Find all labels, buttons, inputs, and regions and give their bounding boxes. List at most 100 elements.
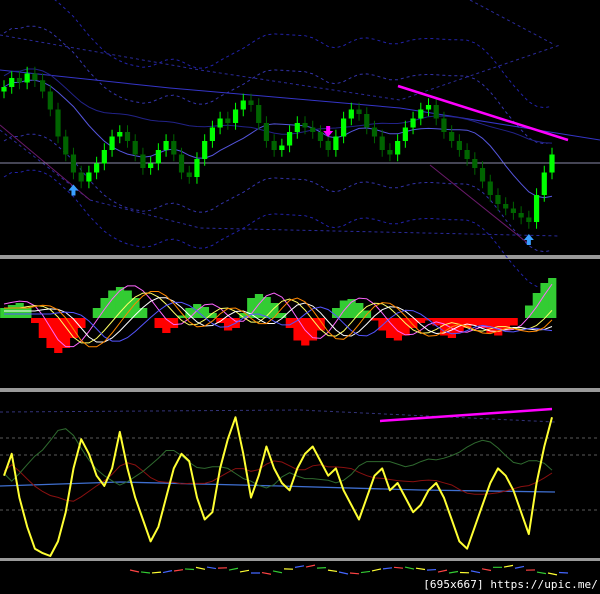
candle-body [356,109,362,114]
price-ma-line [3,79,553,199]
candle-body [533,195,540,222]
mini-indicator-line [129,569,140,573]
candle-body [433,105,439,119]
candle-body [310,127,316,132]
candle-body [209,127,215,141]
candle-body [155,150,161,164]
mini-indicator-line [162,570,173,574]
histogram-bar [100,298,109,318]
candle-body [63,136,69,155]
candle-body [194,159,200,177]
candle-body [94,163,100,173]
oscillator-baseline [0,481,556,493]
mini-indicator-line [415,567,426,571]
mini-indicator-line [503,564,514,568]
mini-indicator-line [261,571,272,575]
mini-indicator-line [272,570,283,574]
mini-indicator-line [558,571,569,574]
candle-body [16,78,23,83]
oscillator-divergence-line [379,407,553,423]
candle-body [279,145,285,150]
candle-body [86,172,92,182]
candle-body [487,181,493,195]
candle-body [294,123,300,132]
candle-body [518,213,524,218]
mini-indicator-line [437,569,448,573]
candle-body [248,100,254,105]
panel-separator [0,255,600,259]
mini-indicator-line [228,567,239,571]
chart-window: [695x667] https://upic.me/ [0,0,600,594]
price-band-line [3,133,553,253]
candle-body [541,172,547,195]
mini-indicator-line [195,566,206,570]
histogram-bar [470,318,480,326]
candle-body [364,114,370,128]
candle-body [387,150,393,155]
candle-body [9,78,15,87]
mini-indicator-line [481,568,492,572]
candle-body [232,109,239,123]
histogram-bar [23,308,32,318]
mini-indicator-line [514,565,525,569]
candle-body [441,118,447,132]
histogram-bar [108,290,117,318]
mini-indicator-line [294,565,305,568]
mini-indicator-line [327,569,338,573]
candle-body [395,141,401,155]
mini-indicator-line [536,571,547,575]
candle-body [510,208,517,213]
mini-indicator-line [371,568,382,572]
candle-body [24,73,30,83]
candle-body [341,118,347,137]
price-trend-line [469,0,556,46]
candle-body [464,150,470,159]
candle-body [148,163,154,168]
candle-body [78,172,84,182]
histogram-bar [301,318,310,346]
candle-body [186,172,192,177]
price-divergence-line [397,84,569,142]
histogram-bar [69,318,78,338]
candle-body [256,105,262,123]
candle-body [503,204,509,209]
candle-body [479,168,486,182]
candle-body [39,80,46,92]
mini-indicator-line [349,572,360,575]
candle-body [348,109,354,119]
candle-body [317,132,324,141]
candle-body [333,136,339,150]
candle-body [286,132,293,146]
candle-body [217,118,223,128]
candle-body [101,150,107,164]
candle-body [171,141,177,155]
price-band-line [3,169,553,289]
candle-body [240,100,246,110]
histogram-bar [378,318,387,331]
candle-body [225,118,231,123]
histogram-bar [38,318,47,338]
histogram-bar [162,318,171,333]
chart-canvas [0,0,600,576]
histogram-bar [262,297,271,318]
candle-body [379,136,385,150]
histogram-bar [540,283,549,318]
candle-body [109,136,115,150]
histogram-bar [154,318,163,328]
histogram-bar [548,278,557,318]
histogram-bar [532,293,541,318]
candle-body [371,127,378,137]
panel-separator [0,558,600,561]
mini-indicator-line [426,568,437,571]
candle-body [418,109,424,119]
candle-body [1,87,7,92]
candle-body [449,132,455,141]
candle-body [263,123,270,141]
candle-body [140,154,146,168]
histogram-bar [0,308,9,318]
candle-body [526,217,532,222]
mini-indicator-line [184,568,195,571]
arrow-up-icon [68,184,79,196]
price-band-line [54,0,553,109]
histogram-bar [247,298,256,318]
